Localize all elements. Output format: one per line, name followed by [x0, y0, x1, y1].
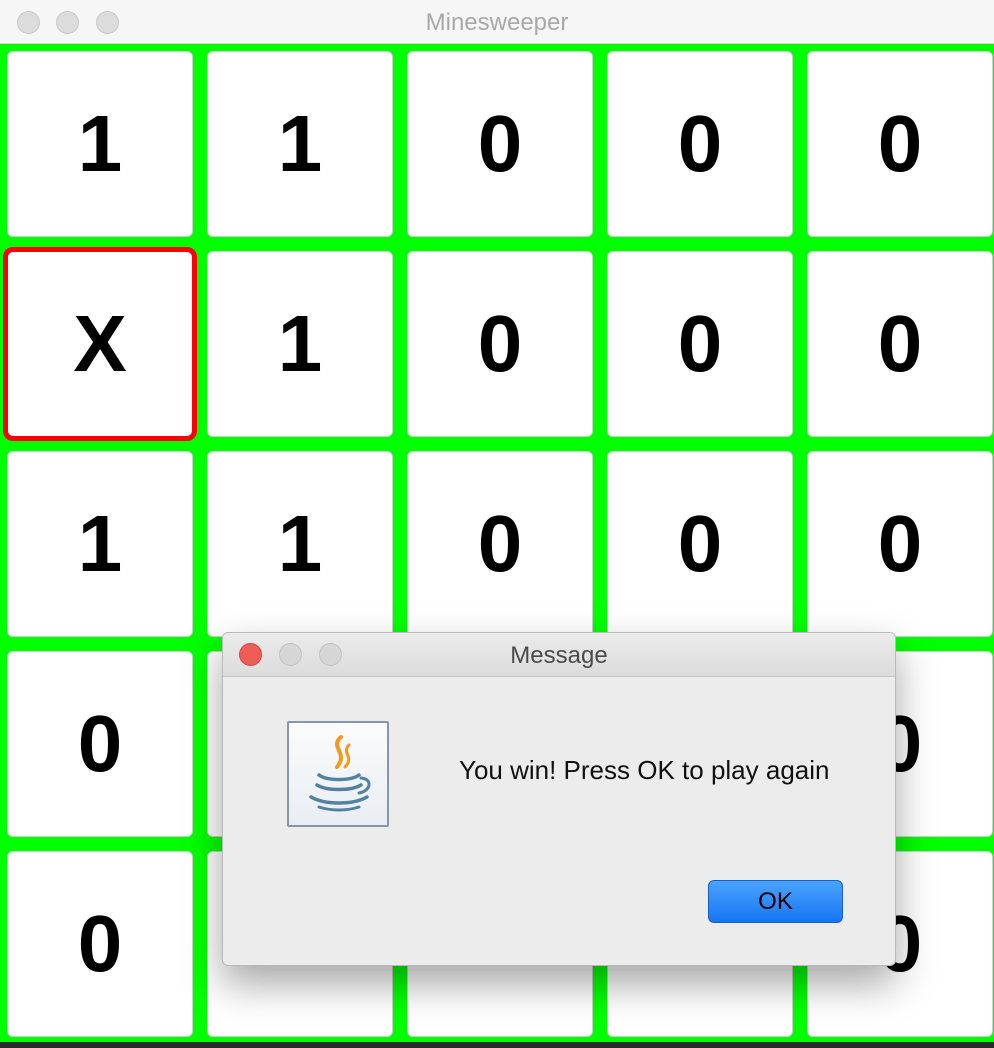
board-cell[interactable]: 0: [7, 851, 193, 1037]
board-cell[interactable]: 0: [407, 251, 593, 437]
title-bar[interactable]: Minesweeper: [0, 0, 994, 44]
bottom-edge: [0, 1042, 994, 1048]
board-cell[interactable]: 0: [807, 451, 993, 637]
message-dialog: Message You win! Press OK to play again …: [222, 632, 896, 966]
board-cell[interactable]: 1: [7, 51, 193, 237]
board-cell[interactable]: 1: [207, 51, 393, 237]
ok-button[interactable]: OK: [708, 880, 843, 923]
board-cell[interactable]: 0: [807, 51, 993, 237]
dialog-message: You win! Press OK to play again: [459, 755, 830, 785]
board-cell[interactable]: 1: [207, 251, 393, 437]
dialog-title-bar[interactable]: Message: [223, 633, 895, 677]
board-cell[interactable]: 0: [407, 51, 593, 237]
board-cell[interactable]: 0: [607, 51, 793, 237]
board-cell[interactable]: 0: [7, 651, 193, 837]
board-cell[interactable]: 0: [607, 451, 793, 637]
board-cell[interactable]: 1: [7, 451, 193, 637]
window-title: Minesweeper: [425, 9, 569, 36]
dialog-title: Message: [510, 642, 608, 669]
java-icon: [287, 721, 389, 827]
board-cell[interactable]: 0: [607, 251, 793, 437]
java-coffee-cup-icon: [309, 735, 371, 812]
board-cell[interactable]: 0: [807, 251, 993, 437]
board-cell[interactable]: 1: [207, 451, 393, 637]
board-cell[interactable]: 0: [407, 451, 593, 637]
minesweeper-window: Minesweeper 11000X1000110000000 Message: [0, 0, 994, 1048]
board-cell-selected[interactable]: X: [3, 247, 197, 441]
